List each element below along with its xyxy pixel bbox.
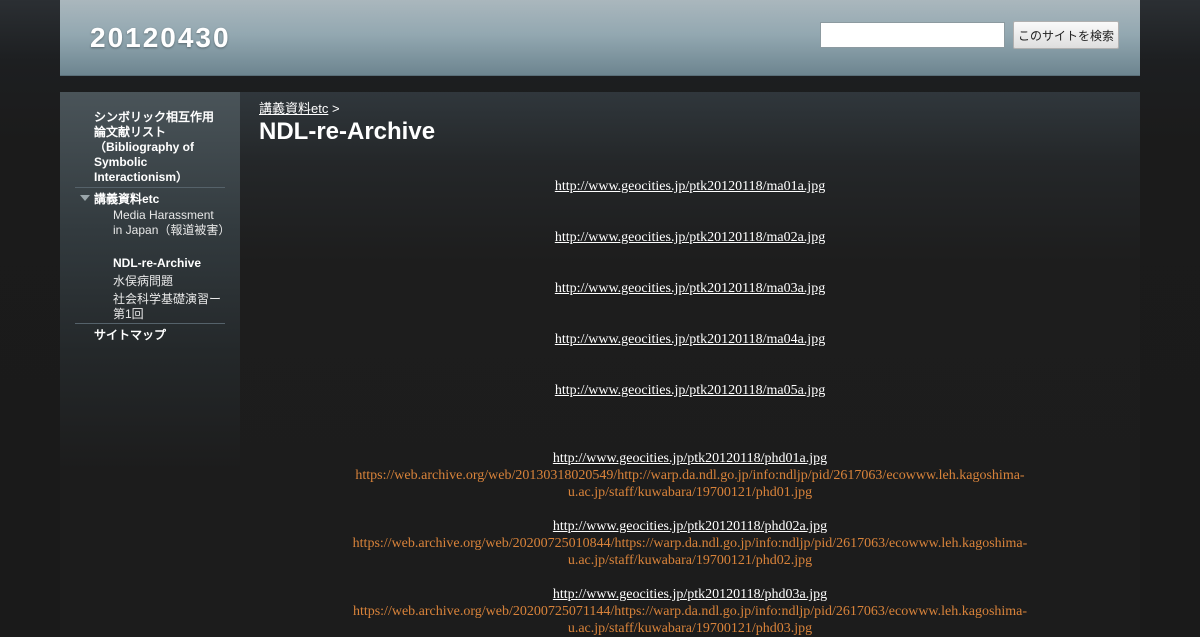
sidebar-item-sitemap[interactable]: サイトマップ: [94, 326, 166, 343]
sidebar-item-ndl-re-archive[interactable]: NDL-re-Archive: [113, 256, 225, 271]
sidebar-nav: シンボリック相互作用論文献リスト（Bibliography of Symboli…: [60, 92, 240, 630]
search-button[interactable]: このサイトを検索: [1013, 21, 1119, 49]
image-link-ma05[interactable]: http://www.geocities.jp/ptk20120118/ma05…: [555, 383, 825, 398]
link-block: http://www.geocities.jp/ptk20120118/ma05…: [340, 382, 1040, 399]
link-block: http://www.geocities.jp/ptk20120118/ma01…: [340, 178, 1040, 195]
search-input[interactable]: [820, 22, 1005, 48]
main-content: 講義資料etc > NDL-re-Archive http://www.geoc…: [240, 92, 1140, 636]
breadcrumb: 講義資料etc >: [259, 98, 340, 117]
link-block: http://www.geocities.jp/ptk20120118/phd0…: [340, 518, 1040, 569]
image-link-ma03[interactable]: http://www.geocities.jp/ptk20120118/ma03…: [555, 281, 825, 296]
link-block: http://www.geocities.jp/ptk20120118/ma04…: [340, 331, 1040, 348]
expand-triangle-icon[interactable]: [80, 195, 90, 201]
sidebar-divider: [75, 323, 225, 324]
sidebar-divider: [75, 187, 225, 188]
sidebar-item-seminar[interactable]: 社会科学基礎演習ー第1回: [113, 292, 225, 322]
sidebar-item-minamata[interactable]: 水俣病問題: [113, 274, 225, 289]
sidebar-item-bibliography[interactable]: シンボリック相互作用論文献リスト（Bibliography of Symboli…: [94, 110, 224, 185]
image-link-ma04[interactable]: http://www.geocities.jp/ptk20120118/ma04…: [555, 332, 825, 347]
image-link-phd03[interactable]: http://www.geocities.jp/ptk20120118/phd0…: [553, 587, 827, 602]
breadcrumb-link-lecture[interactable]: 講義資料etc: [259, 101, 328, 116]
page-title: NDL-re-Archive: [259, 118, 436, 145]
archive-link-phd01[interactable]: https://web.archive.org/web/201303180205…: [355, 468, 1024, 500]
image-link-ma01[interactable]: http://www.geocities.jp/ptk20120118/ma01…: [555, 179, 825, 194]
site-header: 20120430 このサイトを検索: [60, 0, 1140, 76]
image-link-phd01[interactable]: http://www.geocities.jp/ptk20120118/phd0…: [553, 451, 827, 466]
link-block: http://www.geocities.jp/ptk20120118/ma03…: [340, 280, 1040, 297]
sidebar-item-lecture[interactable]: 講義資料etc: [94, 190, 159, 207]
archive-link-phd02[interactable]: https://web.archive.org/web/202007250108…: [353, 536, 1028, 568]
archive-link-phd03[interactable]: https://web.archive.org/web/202007250711…: [353, 604, 1027, 636]
site-title[interactable]: 20120430: [90, 22, 231, 54]
link-block: http://www.geocities.jp/ptk20120118/ma02…: [340, 229, 1040, 246]
sidebar-item-media-harassment[interactable]: Media Harassment in Japan（報道被害）: [113, 208, 230, 238]
link-block: http://www.geocities.jp/ptk20120118/phd0…: [340, 450, 1040, 501]
breadcrumb-separator: >: [331, 101, 340, 116]
image-link-ma02[interactable]: http://www.geocities.jp/ptk20120118/ma02…: [555, 230, 825, 245]
image-link-phd02[interactable]: http://www.geocities.jp/ptk20120118/phd0…: [553, 519, 827, 534]
link-block: http://www.geocities.jp/ptk20120118/phd0…: [340, 586, 1040, 637]
